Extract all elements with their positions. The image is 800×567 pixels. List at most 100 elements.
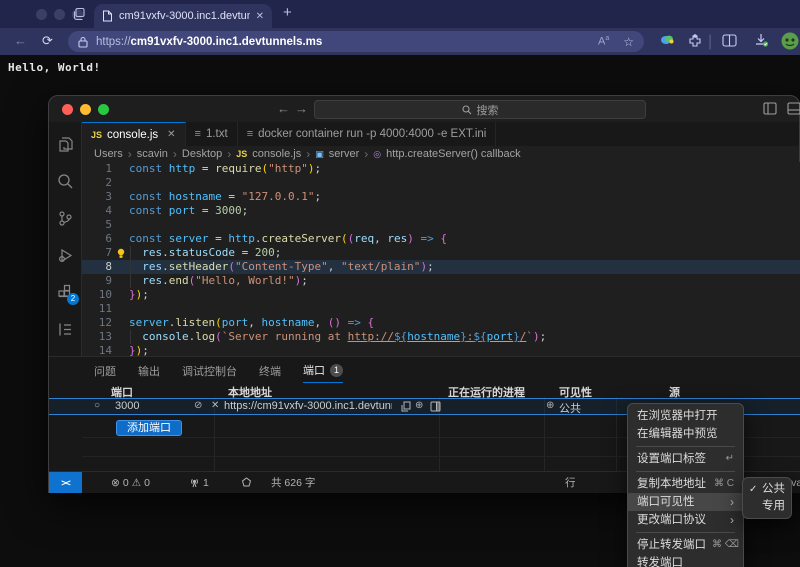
breadcrumb[interactable]: Users › scavin › Desktop › JS console.js › ▣ serve… (94, 146, 521, 162)
breadcrumb-separator: › (172, 147, 177, 161)
search-sidebar-icon[interactable] (56, 172, 75, 191)
port-number[interactable]: 3000 (115, 400, 139, 412)
menu-item[interactable]: 端口可见性 › (628, 493, 743, 511)
breadcrumb-item[interactable]: Users (94, 148, 123, 160)
code-line-14[interactable]: 14}); (82, 344, 800, 356)
panel-tab-终端[interactable]: 终端 (259, 362, 281, 383)
submenu-item[interactable]: ✓ 公共 (743, 481, 791, 498)
breadcrumb-item[interactable]: Desktop (182, 148, 222, 160)
lightbulb-icon[interactable] (116, 248, 126, 259)
nav-back-icon[interactable]: ← (277, 101, 290, 116)
stop-forward-icon[interactable]: ⊘ (194, 400, 202, 411)
code-line-12[interactable]: 12 server.listen(port, hostname, () => { (82, 316, 800, 330)
breadcrumb-separator: › (306, 147, 311, 161)
menu-item-label: 更改端口协议 (637, 514, 706, 526)
menu-item[interactable]: 设置端口标签 ↵ (628, 450, 743, 468)
minimize-traffic-light[interactable] (80, 104, 91, 115)
menu-item-label: 在编辑器中预览 (637, 428, 718, 440)
run-debug-icon[interactable] (56, 246, 75, 265)
explorer-icon[interactable] (56, 135, 75, 154)
code-text: const port = 3000; (129, 204, 249, 217)
new-tab-button[interactable]: + (283, 4, 292, 21)
layout-sidebar-icon[interactable] (763, 102, 777, 115)
editor-tab-3[interactable]: ≡ docker container run -p 4000:4000 -e EX… (238, 122, 497, 146)
submenu-item[interactable]: 专用 (743, 498, 791, 515)
menu-item[interactable]: 在浏览器中打开 (628, 407, 743, 425)
back-icon[interactable]: ← (14, 33, 27, 48)
tab-close-icon[interactable]: ✕ (167, 129, 175, 140)
code-line-10[interactable]: 10}); (82, 288, 800, 302)
add-port-button[interactable]: 添加端口 (116, 420, 182, 436)
copy-address-icon[interactable] (401, 401, 411, 412)
word-count-status[interactable]: 共 626 字 (271, 472, 315, 493)
code-line-7[interactable]: 7 res.statusCode = 200; (82, 246, 800, 260)
panel-tab-端口[interactable]: 端口 1 (303, 362, 343, 383)
symbol-variable-icon: ▣ (315, 148, 324, 159)
menu-item[interactable]: 停止转发端口 ⌘ ⌫ (628, 536, 743, 554)
code-line-8[interactable]: 8 res.setHeader("Content-Type", "text/pl… (82, 260, 800, 274)
panel-tab-问题[interactable]: 问题 (94, 362, 116, 383)
visibility-value[interactable]: 公共 (559, 400, 581, 416)
nav-forward-icon[interactable]: → (295, 101, 308, 116)
panel-tab-调试控制台[interactable]: 调试控制台 (182, 362, 237, 383)
menu-item[interactable]: 复制本地地址 ⌘ C (628, 475, 743, 493)
tool-status[interactable] (241, 472, 252, 493)
open-browser-globe-icon[interactable]: ⊕ (415, 400, 423, 411)
breadcrumb-item[interactable]: http.createServer() callback (386, 148, 521, 160)
address-bar[interactable]: https://cm91vxfv-3000.inc1.devtunnels.ms… (68, 31, 644, 52)
close-traffic-light[interactable] (62, 104, 73, 115)
menu-item[interactable]: 转发端口 (628, 554, 743, 567)
code-line-2[interactable]: 2 (82, 176, 800, 190)
menu-item-label: 转发端口 (637, 557, 683, 567)
read-aloud-icon[interactable]: Aa (598, 35, 609, 48)
outline-list-icon[interactable] (56, 320, 75, 339)
code-line-9[interactable]: 9 res.end("Hello, World!"); (82, 274, 800, 288)
menu-item[interactable]: 更改端口协议 › (628, 511, 743, 529)
panel-tab-输出[interactable]: 输出 (138, 362, 160, 383)
editor-tab-1[interactable]: JS console.js ✕ (82, 122, 186, 146)
browser-tab[interactable]: cm91vxfv-3000.inc1.devtunnel ✕ (94, 4, 272, 28)
code-editor[interactable]: 1 const http = require("http"); 2 3 const ho… (82, 162, 800, 356)
extensions-icon[interactable]: 2 (56, 283, 79, 305)
downloads-icon[interactable] (754, 33, 770, 48)
command-center-search[interactable]: 搜索 (314, 100, 646, 119)
preview-editor-icon[interactable] (430, 401, 441, 412)
layout-panel-icon[interactable] (787, 102, 800, 115)
visibility-globe-icon: ⊕ (546, 400, 555, 411)
code-line-6[interactable]: 6 const server = http.createServer((req, … (82, 232, 800, 246)
local-address[interactable]: https://cm91vxfv-3000.inc1.devtunnel... (224, 400, 392, 412)
remove-port-icon[interactable]: ✕ (211, 400, 219, 411)
source-control-icon[interactable] (56, 209, 75, 228)
code-line-13[interactable]: 13 console.log(`Server running at http:/… (82, 330, 800, 344)
menu-item[interactable]: 在编辑器中预览 (628, 425, 743, 443)
code-line-1[interactable]: 1 const http = require("http"); (82, 162, 800, 176)
cursor-position-status[interactable]: 行 (565, 472, 576, 493)
breadcrumb-item[interactable]: server (329, 148, 360, 160)
code-line-3[interactable]: 3 const hostname = "127.0.0.1"; (82, 190, 800, 204)
editor-tab-2[interactable]: ≡ 1.txt (186, 122, 238, 146)
extensions-puzzle-icon[interactable] (688, 34, 702, 48)
menu-separator (636, 532, 735, 533)
problems-status[interactable]: ⊗ 0 ⚠ 0 (111, 472, 150, 493)
ports-status[interactable]: 1 (189, 472, 209, 493)
code-line-5[interactable]: 5 (82, 218, 800, 232)
favorite-star-icon[interactable]: ☆ (623, 35, 634, 49)
remote-indicator[interactable]: >< (49, 472, 82, 493)
tab-close-icon[interactable]: ✕ (256, 11, 264, 22)
browser-close-button[interactable] (36, 9, 47, 20)
split-screen-icon[interactable] (722, 34, 737, 47)
maximize-traffic-light[interactable] (98, 104, 109, 115)
code-text: const hostname = "127.0.0.1"; (129, 190, 322, 203)
code-line-11[interactable]: 11 (82, 302, 800, 316)
browser-minimize-button[interactable] (54, 9, 65, 20)
check-icon: ✓ (749, 484, 758, 495)
code-line-4[interactable]: 4 const port = 3000; (82, 204, 800, 218)
profile-avatar[interactable] (781, 32, 799, 50)
vscode-titlebar[interactable]: ← → 搜索 (49, 96, 800, 122)
workspaces-icon[interactable] (72, 7, 86, 21)
refresh-icon[interactable]: ⟳ (42, 33, 53, 49)
breadcrumb-item[interactable]: console.js (252, 148, 301, 160)
check-icon (749, 498, 759, 515)
breadcrumb-item[interactable]: scavin (137, 148, 168, 160)
extension-colored-icon[interactable] (660, 33, 675, 51)
